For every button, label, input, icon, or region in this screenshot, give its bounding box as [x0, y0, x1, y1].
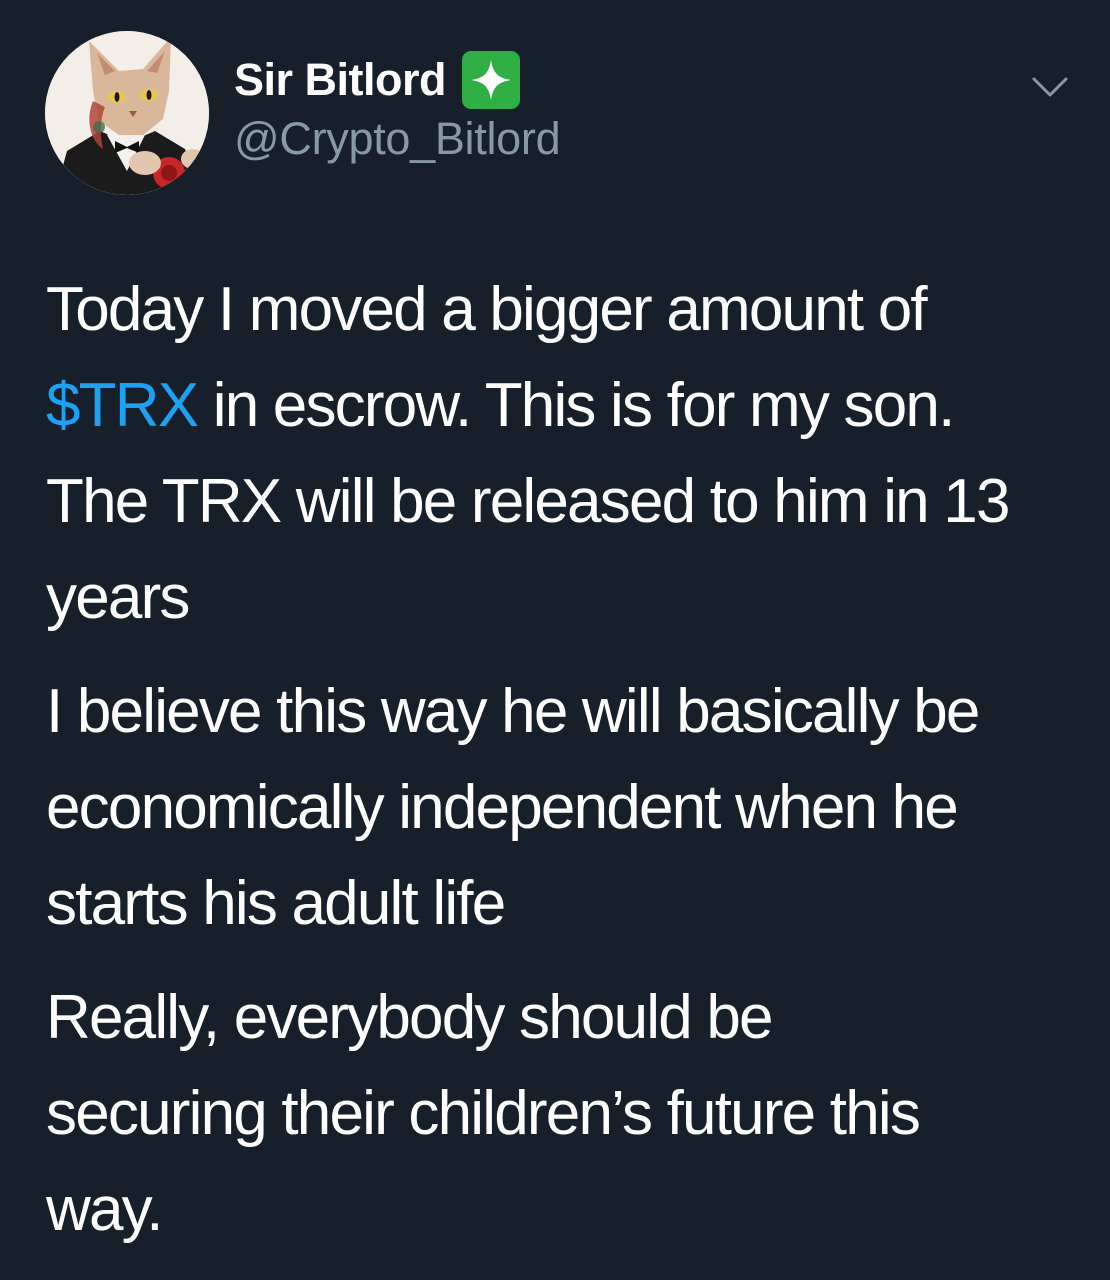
text-line: years [46, 563, 190, 632]
text-line: $TRX in escrow. This is for my son. [46, 358, 1086, 454]
text-line: I believe this way he will basically be [46, 677, 980, 746]
tweet-paragraph: I believe this way he will basically be … [46, 664, 1086, 952]
cashtag-link[interactable]: $TRX [46, 371, 199, 440]
text-line: way. [46, 1175, 163, 1244]
sparkle-icon [462, 51, 521, 109]
tweet-paragraph: Today I moved a bigger amount of $TRX in… [46, 262, 1086, 646]
chevron-down-icon[interactable] [1030, 74, 1070, 100]
avatar[interactable] [45, 31, 209, 195]
text-line: The TRX will be released to him in 13 [46, 467, 1010, 536]
text-line: Really, everybody should be [46, 983, 774, 1052]
text-line: economically independent when he [46, 773, 959, 842]
cat-in-suit-avatar-image [45, 31, 209, 195]
tweet-paragraph: Really, everybody should be securing the… [46, 970, 1086, 1258]
author-handle[interactable]: @Crypto_Bitlord [234, 113, 561, 165]
tweet-text: Today I moved a bigger amount of $TRX in… [46, 262, 1086, 1276]
text-line: securing their children’s future this [46, 1079, 921, 1148]
author-display-name[interactable]: Sir Bitlord [234, 54, 447, 106]
text-fragment: in escrow. This is for my son. [197, 371, 956, 440]
tweet: Sir Bitlord @Crypto_Bitlord Today I move… [0, 0, 1110, 1280]
author-name-row: Sir Bitlord [234, 51, 521, 109]
text-line: Today I moved a bigger amount of [46, 275, 928, 344]
text-line: starts his adult life [46, 869, 506, 938]
